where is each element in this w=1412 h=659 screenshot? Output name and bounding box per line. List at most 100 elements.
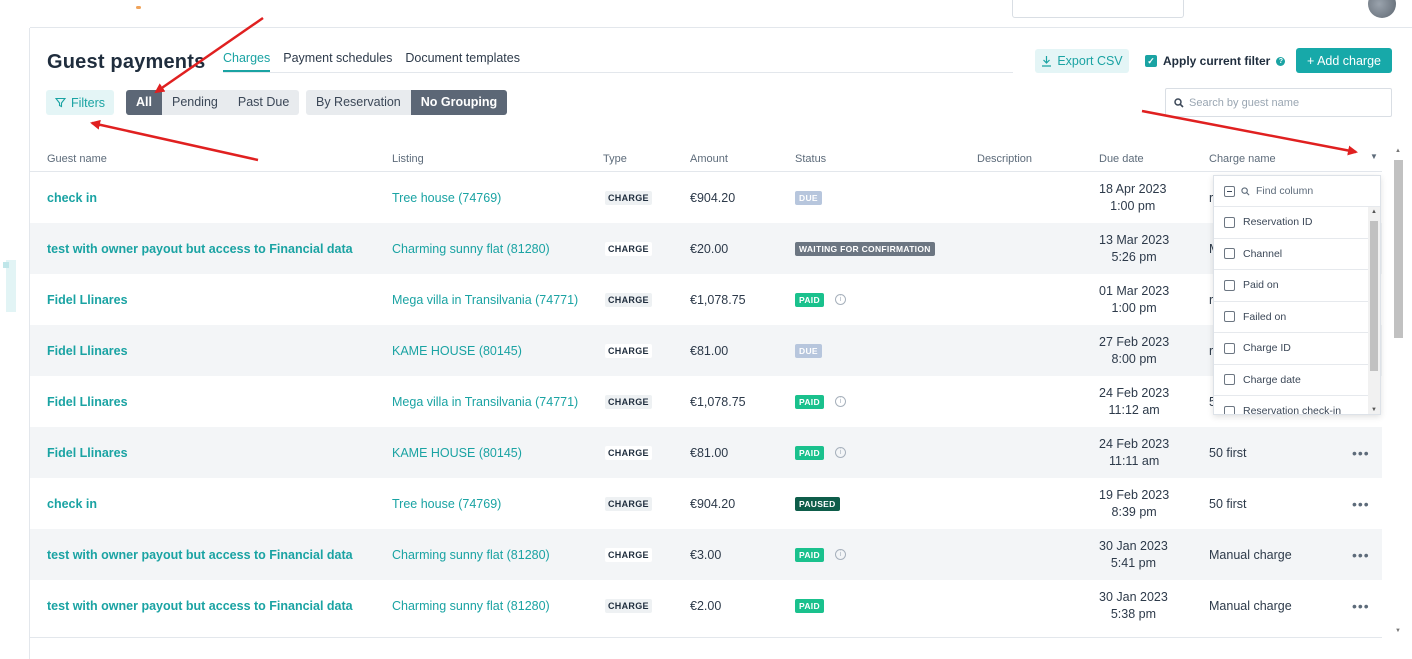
table-row[interactable]: test with owner payout but access to Fin… <box>30 223 1382 274</box>
column-option[interactable]: Failed on <box>1214 302 1380 333</box>
row-actions-icon[interactable]: ••• <box>1352 580 1370 631</box>
type-badge: CHARGE <box>605 190 652 205</box>
scroll-down-icon[interactable]: ▼ <box>1371 407 1377 413</box>
listing-link[interactable]: Charming sunny flat (81280) <box>392 223 550 274</box>
column-checkbox[interactable] <box>1224 216 1235 228</box>
export-csv-button[interactable]: Export CSV <box>1035 49 1129 73</box>
tab-payment-schedules[interactable]: Payment schedules <box>283 51 392 72</box>
table-row[interactable]: Fidel Llinares KAME HOUSE (80145) CHARGE €8… <box>30 427 1382 478</box>
amount-cell: €2.00 <box>690 598 722 613</box>
status-filter-all[interactable]: All <box>126 90 162 115</box>
column-checkbox[interactable] <box>1224 374 1235 386</box>
column-option[interactable]: Reservation check-in <box>1214 396 1380 414</box>
scroll-up-icon[interactable]: ▲ <box>1395 148 1401 154</box>
due-date: 24 Feb 2023 <box>1099 385 1170 400</box>
column-checkbox[interactable] <box>1224 311 1235 323</box>
apply-filter-toggle[interactable]: ✓ Apply current filter ? <box>1145 49 1286 73</box>
page-scrollbar-thumb[interactable] <box>1394 160 1403 338</box>
grouping-group: By Reservation No Grouping <box>306 90 508 115</box>
listing-link[interactable]: KAME HOUSE (80145) <box>392 427 522 478</box>
guest-name-link[interactable]: Fidel Llinares <box>47 427 128 478</box>
table-row[interactable]: Fidel Llinares KAME HOUSE (80145) CHARGE €8… <box>30 325 1382 376</box>
scroll-down-icon[interactable]: ▼ <box>1395 628 1401 634</box>
status-filter-past-due[interactable]: Past Due <box>227 90 300 115</box>
scrollbar-thumb[interactable] <box>1370 221 1378 371</box>
listing-link[interactable]: Charming sunny flat (81280) <box>392 529 550 580</box>
status-filter-pending[interactable]: Pending <box>161 90 228 115</box>
column-checkbox[interactable] <box>1224 342 1235 354</box>
info-icon[interactable]: i <box>834 447 846 458</box>
column-option[interactable]: Paid on <box>1214 270 1380 302</box>
column-option[interactable]: Reservation ID <box>1214 207 1380 239</box>
header-amount[interactable]: Amount <box>690 153 728 165</box>
guest-name-link[interactable]: test with owner payout but access to Fin… <box>47 223 353 274</box>
find-column-input[interactable]: Find column <box>1214 176 1380 207</box>
info-icon[interactable]: i <box>834 396 846 407</box>
header-guest-name[interactable]: Guest name <box>47 153 107 165</box>
guest-name-link[interactable]: Fidel Llinares <box>47 325 128 376</box>
status-badge: WAITING FOR CONFIRMATION <box>795 241 935 256</box>
row-actions-icon[interactable]: ••• <box>1352 478 1370 529</box>
row-actions-icon[interactable]: ••• <box>1352 427 1370 478</box>
grouping-no-grouping[interactable]: No Grouping <box>410 90 508 115</box>
column-chooser-menu: Find column Reservation ID Channel Paid on… <box>1213 175 1381 415</box>
info-icon[interactable]: i <box>834 549 846 560</box>
grouping-by-reservation[interactable]: By Reservation <box>306 90 411 115</box>
table-row[interactable]: Fidel Llinares Mega villa in Transilvania… <box>30 274 1382 325</box>
help-icon[interactable]: ? <box>1276 56 1286 66</box>
row-actions-icon[interactable]: ••• <box>1352 529 1370 580</box>
table-row[interactable]: check in Tree house (74769) CHARGE €904.20 D… <box>30 172 1382 223</box>
apply-filter-checkbox[interactable]: ✓ <box>1145 55 1157 67</box>
column-option[interactable]: Channel <box>1214 239 1380 270</box>
header-status[interactable]: Status <box>795 153 826 165</box>
header-type[interactable]: Type <box>603 153 627 165</box>
avatar[interactable] <box>1368 0 1396 18</box>
page-scrollbar[interactable]: ▲ ▼ <box>1392 148 1406 638</box>
status-badge: PAID <box>795 598 824 613</box>
guest-name-link[interactable]: check in <box>47 172 97 223</box>
listing-link[interactable]: Mega villa in Transilvania (74771) <box>392 376 578 427</box>
column-menu-scrollbar[interactable]: ▲ ▼ <box>1368 207 1380 414</box>
guest-name-link[interactable]: Fidel Llinares <box>47 376 128 427</box>
listing-link[interactable]: Tree house (74769) <box>392 172 501 223</box>
table-row[interactable]: test with owner payout but access to Fin… <box>30 529 1382 580</box>
header-listing[interactable]: Listing <box>392 153 424 165</box>
tab-document-templates[interactable]: Document templates <box>405 51 520 72</box>
listing-link[interactable]: Charming sunny flat (81280) <box>392 580 550 631</box>
column-option[interactable]: Charge ID <box>1214 333 1380 365</box>
header-due-date[interactable]: Due date <box>1099 153 1144 165</box>
type-badge: CHARGE <box>605 547 652 562</box>
status-badge: DUE <box>795 190 822 205</box>
amount-cell: €81.00 <box>690 343 729 358</box>
scroll-up-icon[interactable]: ▲ <box>1371 209 1377 215</box>
page: Guest payments Charges Payment schedules… <box>0 0 1412 659</box>
column-checkbox[interactable] <box>1224 279 1235 291</box>
table-row[interactable]: Fidel Llinares Mega villa in Transilvania… <box>30 376 1382 427</box>
apply-filter-label: Apply current filter <box>1163 54 1271 68</box>
tab-charges[interactable]: Charges <box>223 51 271 72</box>
filters-button[interactable]: Filters <box>46 90 114 115</box>
listing-link[interactable]: Mega villa in Transilvania (74771) <box>392 274 578 325</box>
top-search-input[interactable] <box>1012 0 1184 18</box>
column-menu-caret-icon[interactable]: ▼ <box>1370 152 1378 161</box>
guest-name-link[interactable]: check in <box>47 478 97 529</box>
add-charge-button[interactable]: + Add charge <box>1296 48 1392 73</box>
column-checkbox[interactable] <box>1224 405 1235 414</box>
guest-name-link[interactable]: Fidel Llinares <box>47 274 128 325</box>
guest-search-input[interactable]: Search by guest name <box>1165 88 1392 117</box>
listing-link[interactable]: Tree house (74769) <box>392 478 501 529</box>
logo-fragment <box>136 6 141 9</box>
table-row[interactable]: check in Tree house (74769) CHARGE €904.20 P… <box>30 478 1382 529</box>
select-all-checkbox[interactable] <box>1224 185 1235 197</box>
info-icon[interactable]: i <box>834 294 846 305</box>
header-charge-name[interactable]: Charge name <box>1209 153 1276 165</box>
table-header: Guest name Listing Type Amount Status De… <box>30 148 1382 172</box>
column-option[interactable]: Charge date <box>1214 365 1380 396</box>
due-date: 30 Jan 2023 <box>1099 538 1168 553</box>
column-checkbox[interactable] <box>1224 248 1235 260</box>
header-description[interactable]: Description <box>977 153 1032 165</box>
listing-link[interactable]: KAME HOUSE (80145) <box>392 325 522 376</box>
guest-name-link[interactable]: test with owner payout but access to Fin… <box>47 580 353 631</box>
guest-name-link[interactable]: test with owner payout but access to Fin… <box>47 529 353 580</box>
table-row[interactable]: test with owner payout but access to Fin… <box>30 580 1382 631</box>
